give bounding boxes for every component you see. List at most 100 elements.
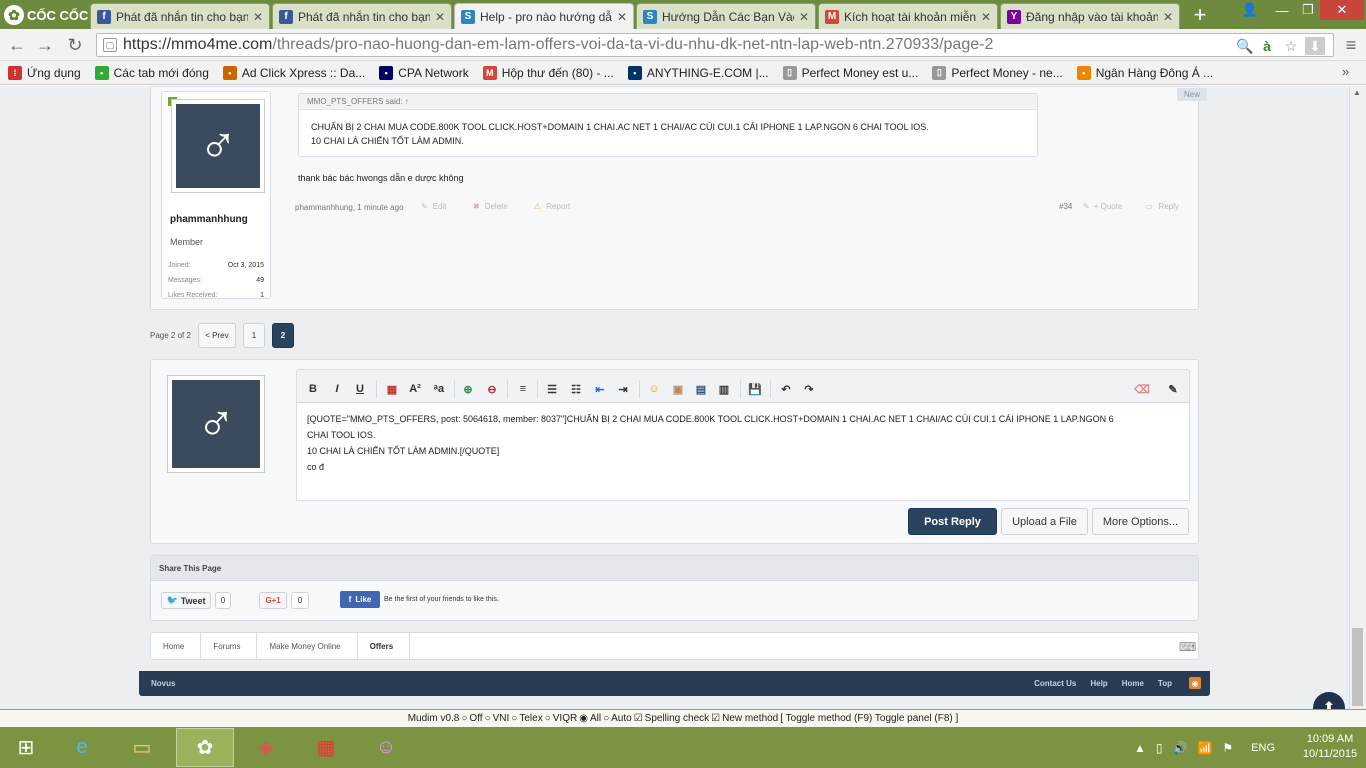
facebook-like-button[interactable]: f Like <box>340 591 380 608</box>
link-icon[interactable]: ⊕ <box>457 378 479 400</box>
footer-link-top[interactable]: Top <box>1158 679 1172 688</box>
back-arrow-icon[interactable]: ← <box>6 35 28 55</box>
radio-all[interactable]: ◉ <box>579 713 588 724</box>
action-center-icon[interactable]: ⚑ <box>1222 741 1233 755</box>
my-avatar[interactable]: ♂ <box>168 376 264 472</box>
breadcrumb-home[interactable]: Home <box>151 633 202 659</box>
browser-tab-2[interactable]: f Phát đã nhắn tin cho bạn ✕ <box>272 3 452 29</box>
upload-file-button[interactable]: Upload a File <box>1001 508 1088 535</box>
prev-page-button[interactable]: < Prev <box>197 322 236 348</box>
post-number[interactable]: #34 <box>1059 202 1072 211</box>
close-tab-icon[interactable]: ✕ <box>253 10 263 24</box>
new-tab-button[interactable]: + <box>1186 2 1214 27</box>
edit-link[interactable]: ✎ Edit <box>421 202 447 211</box>
close-tab-icon[interactable]: ✕ <box>981 10 991 24</box>
font-family-icon[interactable]: ᵃa <box>428 378 450 400</box>
file-explorer-icon[interactable]: ▭ <box>116 728 168 767</box>
browser-tab-6[interactable]: Y Đăng nhập vào tài khoản ✕ <box>1000 3 1180 29</box>
clock[interactable]: 10:09 AM 10/11/2015 <box>1300 732 1360 762</box>
bookmarks-overflow-icon[interactable]: » <box>1342 64 1349 79</box>
reply-link[interactable]: ▭ Reply <box>1145 202 1179 211</box>
checkbox-spelling[interactable]: ☑ <box>634 713 643 724</box>
close-tab-icon[interactable]: ✕ <box>435 10 445 24</box>
footer-link-help[interactable]: Help <box>1090 679 1107 688</box>
close-tab-icon[interactable]: ✕ <box>799 10 809 24</box>
bluestacks-icon[interactable]: ◈ <box>240 728 292 767</box>
internet-explorer-icon[interactable]: e <box>56 728 108 767</box>
align-icon[interactable]: ≡ <box>512 378 534 400</box>
address-bar[interactable]: ▢ https://mmo4me.com/threads/pro-nao-huo… <box>96 33 1334 57</box>
toggle-bbcode-icon[interactable]: ✎ <box>1162 378 1184 400</box>
bookmark-3[interactable]: • Ad Click Xpress :: Da... <box>222 65 365 80</box>
scroll-up-arrow-icon[interactable]: ▲ <box>1353 88 1361 97</box>
browser-tab-4[interactable]: S Hướng Dẫn Các Bạn Vào ✕ <box>636 3 816 29</box>
footer-link-contact-us[interactable]: Contact Us <box>1034 679 1076 688</box>
user-icon[interactable]: 👤 <box>1234 0 1266 20</box>
bookmark-1[interactable]: ⁞ Ứng dụng <box>8 65 81 80</box>
vietnamese-input-icon[interactable]: à <box>1257 37 1277 55</box>
show-hidden-icons[interactable]: ▲ <box>1134 741 1146 755</box>
text-color-icon[interactable]: ▦ <box>381 378 403 400</box>
delete-link[interactable]: ✖ Delete <box>473 202 508 211</box>
bookmark-8[interactable]: ▯ Perfect Money - ne... <box>932 65 1063 80</box>
breadcrumb-forums[interactable]: Forums <box>201 633 258 659</box>
style-chooser[interactable]: Novus <box>151 679 175 688</box>
coccoc-taskbar-icon[interactable]: ✿ <box>176 728 234 767</box>
more-options-button[interactable]: More Options... <box>1092 508 1189 535</box>
font-size-icon[interactable]: A² <box>404 378 426 400</box>
yahoo-messenger-icon[interactable]: ☺ <box>360 728 412 767</box>
indent-icon[interactable]: ⇥ <box>612 378 634 400</box>
reload-icon[interactable]: ↻ <box>64 35 86 55</box>
radio-auto[interactable]: ○ <box>603 713 609 724</box>
username[interactable]: phammanhhung <box>170 214 248 225</box>
redo-icon[interactable]: ↷ <box>798 378 820 400</box>
search-icon[interactable]: 🔍 <box>1235 37 1255 55</box>
menu-icon[interactable]: ≡ <box>1340 35 1362 55</box>
unlink-icon[interactable]: ⊖ <box>481 378 503 400</box>
page-scrollbar[interactable]: ▲ ▼ <box>1349 86 1366 709</box>
underline-icon[interactable]: U <box>349 378 371 400</box>
browser-tab-3[interactable]: S Help - pro nào hướng dẫ ✕ <box>454 3 634 29</box>
close-tab-icon[interactable]: ✕ <box>1163 10 1173 24</box>
battery-icon[interactable]: ▯ <box>1156 741 1163 755</box>
forward-arrow-icon[interactable]: → <box>34 35 56 55</box>
media-icon[interactable]: ▤ <box>690 378 712 400</box>
page-1-link[interactable]: 1 <box>242 322 265 348</box>
tweet-button[interactable]: 🐦 Tweet <box>161 592 211 609</box>
radio-off[interactable]: ○ <box>461 713 467 724</box>
close-tab-icon[interactable]: ✕ <box>617 10 627 24</box>
windows-start-icon[interactable]: ⊞ <box>0 728 52 767</box>
bookmark-9[interactable]: • Ngân Hàng Đông Á ... <box>1076 65 1213 80</box>
report-link[interactable]: ⚠ Report <box>534 202 570 211</box>
footer-link-home[interactable]: Home <box>1122 679 1144 688</box>
message-meta[interactable]: phammanhhung, 1 minute ago <box>295 203 404 212</box>
download-icon[interactable]: ⬇ <box>1305 37 1325 55</box>
quote-link[interactable]: ✎ + Quote <box>1083 202 1122 211</box>
volume-icon[interactable]: 🔊 <box>1173 741 1188 755</box>
unikey-icon[interactable]: ▦ <box>300 728 352 767</box>
message-editor[interactable]: [QUOTE="MMO_PTS_OFFERS, post: 5064618, m… <box>296 403 1190 501</box>
remove-format-icon[interactable]: ⌫ <box>1131 378 1153 400</box>
scroll-to-top-icon[interactable]: ⬆ <box>1313 692 1345 709</box>
outdent-icon[interactable]: ⇤ <box>589 378 611 400</box>
bookmark-5[interactable]: M Hộp thư đến (80) - ... <box>482 65 614 80</box>
browser-tab-1[interactable]: f Phát đã nhắn tin cho bạn ✕ <box>90 3 270 29</box>
bookmark-4[interactable]: • CPA Network <box>379 65 469 80</box>
bookmark-7[interactable]: ▯ Perfect Money est u... <box>782 65 918 80</box>
breadcrumb-make-money-online[interactable]: Make Money Online <box>257 633 358 659</box>
bookmark-6[interactable]: • ANYTHING-E.COM |... <box>627 65 769 80</box>
browser-tab-5[interactable]: M Kích hoạt tài khoản miễn ✕ <box>818 3 998 29</box>
image-icon[interactable]: ▣ <box>667 378 689 400</box>
coccoc-menu[interactable]: ✿ CỐC CỐC <box>4 4 88 26</box>
page-2-current[interactable]: 2 <box>271 322 294 348</box>
keyboard-icon[interactable]: ⌨ <box>1179 640 1196 654</box>
radio-vni[interactable]: ○ <box>485 713 491 724</box>
language-indicator[interactable]: ENG <box>1251 742 1275 754</box>
network-icon[interactable]: 📶 <box>1197 741 1212 755</box>
bookmark-2[interactable]: • Các tab mới đóng <box>94 65 209 80</box>
close-window-button[interactable]: ✕ <box>1320 0 1364 20</box>
numbered-list-icon[interactable]: ☷ <box>565 378 587 400</box>
radio-telex[interactable]: ○ <box>511 713 517 724</box>
rss-icon[interactable]: ◉ <box>1189 677 1201 689</box>
star-icon[interactable]: ☆ <box>1281 37 1301 55</box>
